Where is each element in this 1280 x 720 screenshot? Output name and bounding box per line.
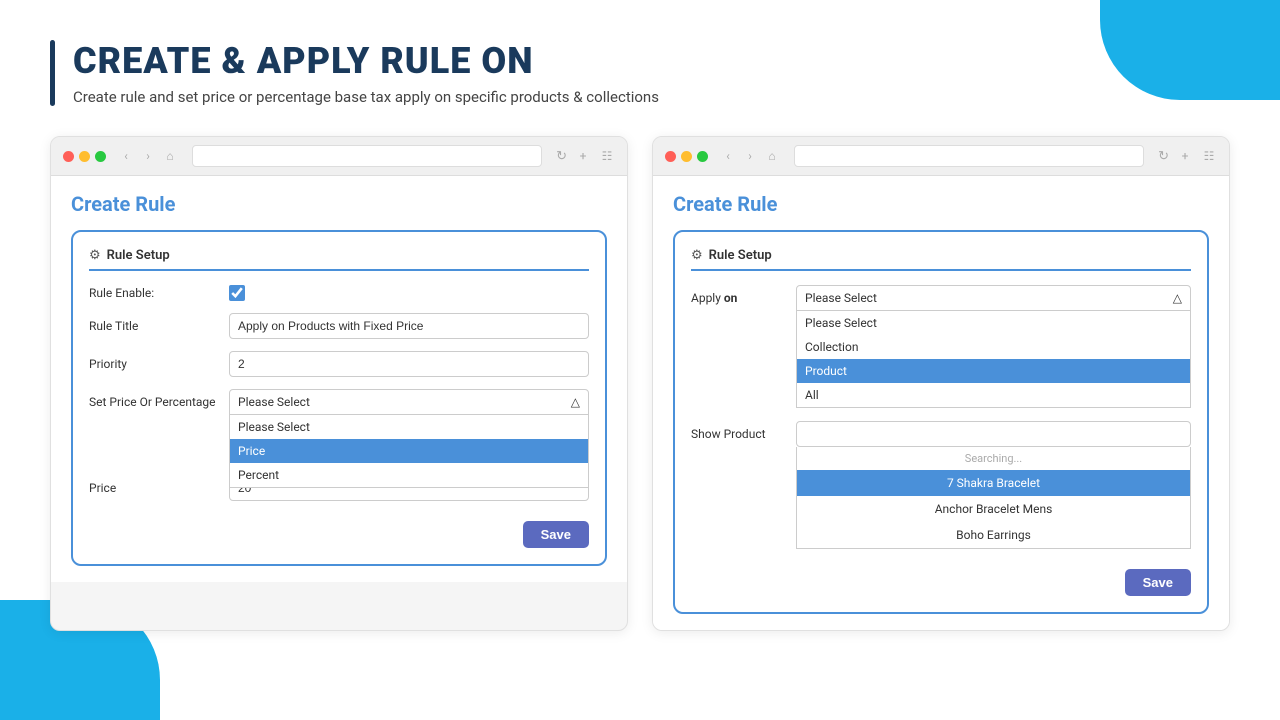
right-nav-back[interactable]: ‹ (720, 148, 736, 164)
set-price-dropdown-container: Please Select △ Please Select Price Perc… (229, 389, 589, 415)
option-please-select[interactable]: Please Select (230, 415, 588, 439)
rule-title-row: Rule Title (89, 313, 589, 339)
apply-option-collection[interactable]: Collection (797, 335, 1190, 359)
set-price-selected-text: Please Select (238, 395, 310, 409)
header-bar (50, 40, 55, 106)
product-searching-text: Searching... (797, 447, 1190, 470)
product-item-1[interactable]: 7 Shakra Bracelet (797, 470, 1190, 496)
product-item-3[interactable]: Boho Earrings (797, 522, 1190, 548)
right-save-wrapper: Save (691, 561, 1191, 596)
left-browser-content: Create Rule ⚙ Rule Setup Rule Enable: R (51, 176, 627, 582)
right-create-rule-title: Create Rule (673, 192, 1209, 216)
browser-nav: ‹ › ⌂ (118, 148, 178, 164)
left-save-wrapper: Save (89, 513, 589, 548)
right-browser-content: Create Rule ⚙ Rule Setup Apply on (653, 176, 1229, 630)
right-dot-yellow (681, 151, 692, 162)
left-rule-setup-label: Rule Setup (107, 248, 170, 263)
dot-red (63, 151, 74, 162)
rule-title-label: Rule Title (89, 319, 219, 333)
priority-label: Priority (89, 357, 219, 371)
left-browser-window: ‹ › ⌂ ↻ + ☷ Create Rule ⚙ Rule Setup (50, 136, 628, 631)
left-save-button[interactable]: Save (523, 521, 589, 548)
right-browser-window: ‹ › ⌂ ↻ + ☷ Create Rule ⚙ Rule Setup (652, 136, 1230, 631)
apply-on-select-wrapper: Please Select △ (796, 285, 1191, 311)
nav-forward[interactable]: › (140, 148, 156, 164)
apply-on-bold: on (724, 291, 738, 305)
right-browser-toolbar: ‹ › ⌂ ↻ + ☷ (653, 137, 1229, 176)
dot-green (95, 151, 106, 162)
product-item-2[interactable]: Anchor Bracelet Mens (797, 496, 1190, 522)
apply-option-please-select[interactable]: Please Select (797, 311, 1190, 335)
header-text: CREATE & APPLY RULE ON Create rule and s… (73, 40, 659, 106)
nav-grid[interactable]: ☷ (599, 148, 615, 164)
product-list: Searching... 7 Shakra Bracelet Anchor Br… (796, 447, 1191, 549)
nav-home[interactable]: ⌂ (162, 148, 178, 164)
right-save-button[interactable]: Save (1125, 569, 1191, 596)
set-price-options: Please Select Price Percent (229, 415, 589, 488)
right-nav-grid[interactable]: ☷ (1201, 148, 1217, 164)
left-rule-setup-header: ⚙ Rule Setup (89, 248, 589, 271)
right-browser-nav: ‹ › ⌂ (720, 148, 780, 164)
gear-icon: ⚙ (89, 248, 101, 263)
apply-on-label: Apply on (691, 285, 786, 305)
show-product-row: Show Product Searching... 7 Shakra Brace… (691, 421, 1191, 549)
product-search-input[interactable] (796, 421, 1191, 447)
set-price-select[interactable]: Please Select △ (229, 389, 589, 415)
right-nav-home[interactable]: ⌂ (764, 148, 780, 164)
apply-on-row: Apply on Please Select △ Please Select (691, 285, 1191, 311)
right-browser-address-bar[interactable] (794, 145, 1144, 167)
apply-on-dropdown-container: Please Select △ Please Select Collection… (796, 285, 1191, 311)
browser-address-bar[interactable] (192, 145, 542, 167)
nav-new-tab[interactable]: + (575, 148, 591, 164)
right-gear-icon: ⚙ (691, 248, 703, 263)
price-label: Price (89, 481, 219, 495)
right-rule-setup-label: Rule Setup (709, 248, 772, 263)
right-browser-dots (665, 151, 708, 162)
apply-on-select[interactable]: Please Select △ (796, 285, 1191, 311)
nav-back[interactable]: ‹ (118, 148, 134, 164)
show-product-label: Show Product (691, 421, 786, 441)
right-nav-new-tab[interactable]: + (1177, 148, 1193, 164)
windows-row: ‹ › ⌂ ↻ + ☷ Create Rule ⚙ Rule Setup (50, 136, 1230, 631)
right-dot-green (697, 151, 708, 162)
left-create-rule-title: Create Rule (71, 192, 607, 216)
browser-dots (63, 151, 106, 162)
page-subtitle: Create rule and set price or percentage … (73, 88, 659, 106)
apply-option-product[interactable]: Product (797, 359, 1190, 383)
rule-title-input[interactable] (229, 313, 589, 339)
priority-input[interactable] (229, 351, 589, 377)
option-price[interactable]: Price (230, 439, 588, 463)
header-section: CREATE & APPLY RULE ON Create rule and s… (50, 40, 1230, 106)
left-browser-toolbar: ‹ › ⌂ ↻ + ☷ (51, 137, 627, 176)
option-percent[interactable]: Percent (230, 463, 588, 487)
left-form-card: ⚙ Rule Setup Rule Enable: Rule Title (71, 230, 607, 566)
apply-option-all[interactable]: All (797, 383, 1190, 407)
right-rule-setup-header: ⚙ Rule Setup (691, 248, 1191, 271)
right-dot-red (665, 151, 676, 162)
page-title: CREATE & APPLY RULE ON (73, 40, 659, 82)
rule-enable-checkbox[interactable] (229, 285, 245, 301)
rule-enable-row: Rule Enable: (89, 285, 589, 301)
product-search-container: Searching... 7 Shakra Bracelet Anchor Br… (796, 421, 1191, 549)
right-browser-refresh[interactable]: ↻ (1158, 149, 1169, 164)
apply-on-arrow: △ (1173, 291, 1182, 305)
dot-yellow (79, 151, 90, 162)
set-price-label: Set Price Or Percentage (89, 389, 219, 409)
set-price-arrow: △ (571, 395, 580, 409)
set-price-row: Set Price Or Percentage Please Select △ … (89, 389, 589, 415)
apply-on-selected-text: Please Select (805, 291, 877, 305)
right-form-card: ⚙ Rule Setup Apply on Please Select (673, 230, 1209, 614)
priority-row: Priority (89, 351, 589, 377)
rule-enable-label: Rule Enable: (89, 286, 219, 300)
right-nav-forward[interactable]: › (742, 148, 758, 164)
set-price-select-wrapper: Please Select △ (229, 389, 589, 415)
apply-on-options: Please Select Collection Product All (796, 311, 1191, 408)
browser-refresh[interactable]: ↻ (556, 149, 567, 164)
